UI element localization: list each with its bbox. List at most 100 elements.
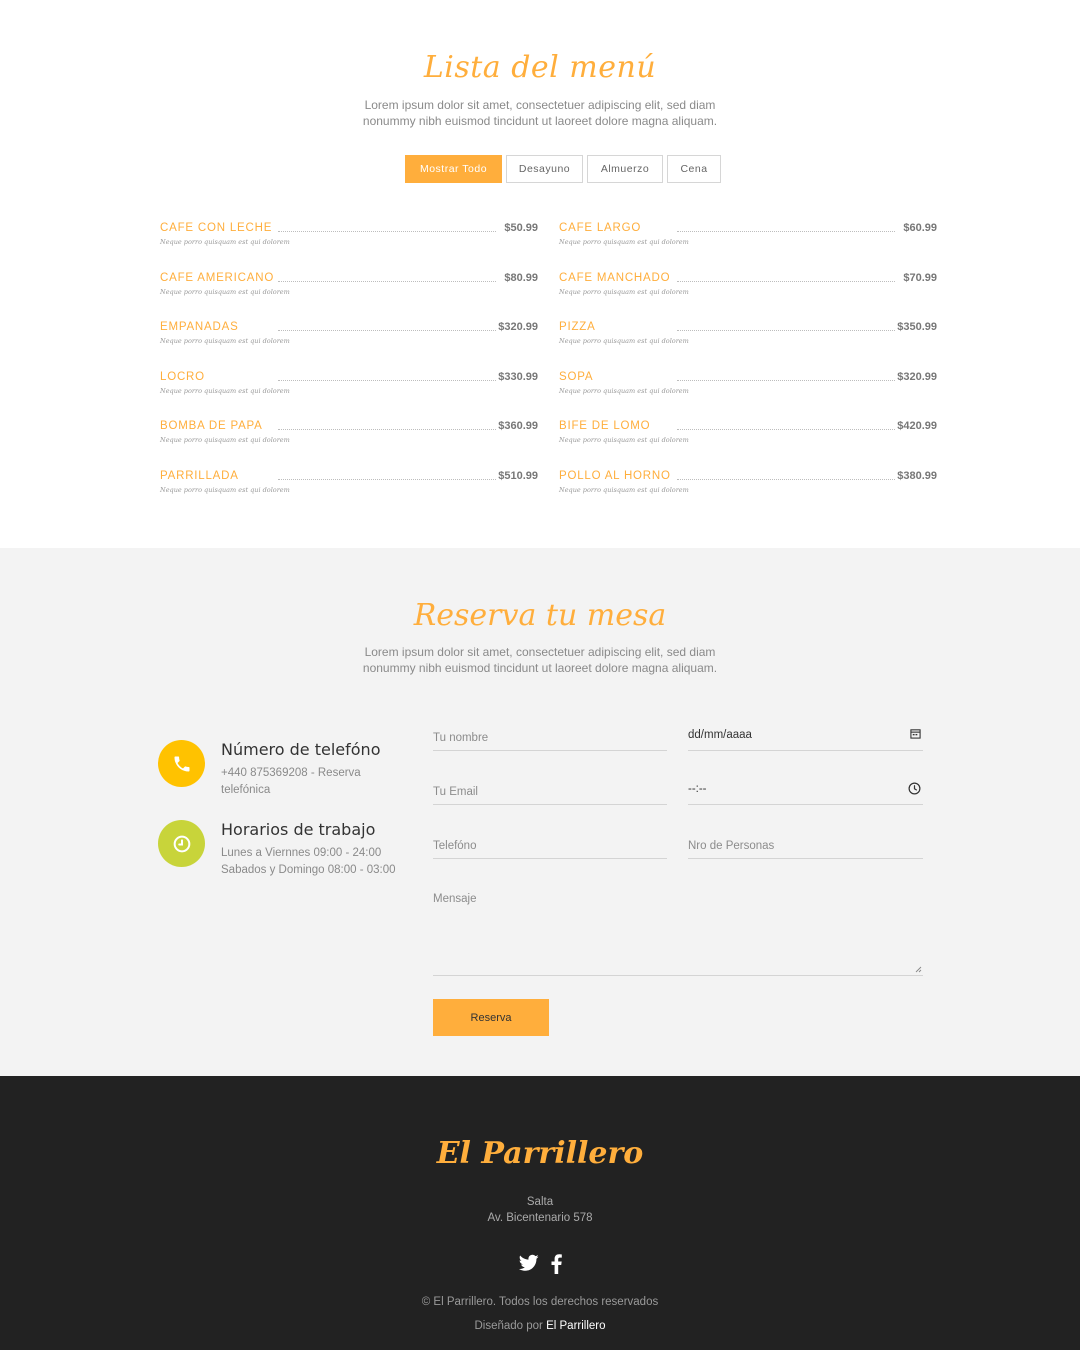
phone-info: Número de telefóno +440 875369208 - Rese… [158, 740, 408, 800]
hours-text: Lunes a Viernnes 09:00 - 24:00 Sabados y… [221, 845, 401, 879]
phone-icon [158, 740, 205, 787]
phone-text: +440 875369208 - Reserva telefónica [221, 767, 361, 796]
designed-by: Diseñado por El Parrillero [0, 1320, 1080, 1332]
dotted-leader [677, 330, 895, 331]
phone-title: Número de telefóno [221, 740, 381, 759]
hours-line-weekend: Sabados y Domingo 08:00 - 03:00 [221, 864, 396, 876]
menu-item: LOCRO $330.99 Neque porro quisquam est q… [160, 369, 538, 395]
menu-subtitle: Lorem ipsum dolor sit amet, consectetuer… [362, 98, 718, 128]
menu-item-price: $420.99 [897, 420, 937, 432]
menu-item-name: POLLO AL HORNO [559, 469, 671, 482]
dotted-leader [677, 231, 895, 232]
copyright: © El Parrillero. Todos los derechos rese… [421, 1296, 659, 1308]
menu-item-name: LOCRO [160, 370, 205, 383]
menu-item-name: CAFE CON LECHE [160, 222, 273, 234]
menu-item-description: Neque porro quisquam est qui dolorem [160, 485, 290, 494]
date-field[interactable]: dd/mm/aaaa [688, 721, 923, 751]
dotted-leader [278, 330, 496, 331]
footer-address: Salta Av. Bicentenario 578 [0, 1194, 1080, 1226]
dotted-leader [677, 429, 895, 430]
menu-item-description: Neque porro quisquam est qui dolorem [559, 436, 689, 444]
menu-item: BIFE DE LOMO $420.99 Neque porro quisqua… [559, 418, 937, 444]
menu-item-description: Neque porro quisquam est qui dolorem [160, 386, 290, 395]
resize-handle-icon[interactable] [915, 966, 922, 973]
menu-item-name: CAFE MANCHADO [559, 271, 671, 284]
dotted-leader [278, 231, 496, 232]
dotted-leader [278, 379, 496, 381]
menu-item-price: $50.99 [504, 222, 538, 234]
designed-by-prefix: Diseñado por [474, 1320, 543, 1332]
footer-city: Salta [526, 1196, 554, 1208]
menu-item: PIZZA $350.99 Neque porro quisquam est q… [559, 319, 937, 345]
footer-brand-logo[interactable]: El Parrillero [0, 1136, 1080, 1171]
hours-line-weekdays: Lunes a Viernnes 09:00 - 24:00 [221, 847, 382, 859]
persons-input[interactable] [688, 829, 923, 858]
menu-item-name: PARRILLADA [160, 469, 239, 482]
social-links [0, 1254, 1080, 1278]
phone-field [433, 829, 667, 859]
email-field [433, 775, 667, 805]
menu-item-description: Neque porro quisquam est qui dolorem [160, 287, 290, 296]
menu-item-description: Neque porro quisquam est qui dolorem [160, 337, 290, 345]
filter-mostrar-todo[interactable]: Mostrar Todo [405, 155, 502, 183]
menu-item-name: EMPANADAS [160, 321, 239, 333]
menu-filters: Mostrar Todo Desayuno Almuerzo Cena [405, 155, 721, 183]
menu-item-name: CAFE AMERICANO [160, 271, 275, 284]
menu-item: PARRILLADA $510.99 Neque porro quisquam … [160, 468, 538, 494]
dotted-leader [677, 280, 895, 282]
menu-item-description: Neque porro quisquam est qui dolorem [559, 238, 689, 246]
filter-cena[interactable]: Cena [667, 155, 721, 183]
dotted-leader [278, 280, 496, 282]
reserve-button[interactable]: Reserva [433, 999, 549, 1036]
menu-item-price: $80.99 [504, 271, 538, 284]
menu-item: CAFE MANCHADO $70.99 Neque porro quisqua… [559, 270, 937, 296]
menu-item: SOPA $320.99 Neque porro quisquam est qu… [559, 369, 937, 395]
time-value: --:-- [688, 783, 707, 795]
menu-item-name: BOMBA DE PAPA [160, 420, 263, 432]
menu-item-price: $330.99 [498, 370, 538, 383]
filter-almuerzo[interactable]: Almuerzo [587, 155, 663, 183]
menu-item-price: $380.99 [897, 469, 937, 482]
menu-item-description: Neque porro quisquam est qui dolorem [559, 337, 689, 345]
menu-item-description: Neque porro quisquam est qui dolorem [559, 386, 689, 395]
message-input[interactable] [433, 885, 923, 975]
menu-item-price: $510.99 [498, 469, 538, 482]
dotted-leader [677, 379, 895, 381]
menu-item-name: SOPA [559, 370, 594, 383]
clock-icon [158, 820, 205, 867]
menu-item-price: $70.99 [903, 271, 937, 284]
time-field[interactable]: --:-- [688, 775, 923, 805]
date-value: dd/mm/aaaa [688, 729, 752, 741]
menu-title: Lista del menú [423, 50, 657, 85]
filter-desayuno[interactable]: Desayuno [506, 155, 583, 183]
message-field [433, 885, 923, 976]
menu-item-price: $320.99 [897, 370, 937, 383]
dotted-leader [278, 429, 496, 430]
menu-item: POLLO AL HORNO $380.99 Neque porro quisq… [559, 468, 937, 494]
name-input[interactable] [433, 721, 667, 750]
persons-field [688, 829, 923, 859]
clock-small-icon[interactable] [908, 782, 921, 798]
menu-item: EMPANADAS $320.99 Neque porro quisquam e… [160, 319, 538, 345]
email-input[interactable] [433, 775, 667, 804]
reservation-section: Reserva tu mesa Lorem ipsum dolor sit am… [0, 548, 1080, 1076]
calendar-icon[interactable] [910, 728, 921, 742]
menu-list: CAFE CON LECHE $50.99 Neque porro quisqu… [160, 220, 937, 494]
phone-input[interactable] [433, 829, 667, 858]
reservation-title: Reserva tu mesa [413, 598, 667, 633]
menu-section: Lista del menú Lorem ipsum dolor sit ame… [0, 0, 1080, 548]
menu-item-description: Neque porro quisquam est qui dolorem [559, 485, 689, 494]
hours-info: Horarios de trabajo Lunes a Viernnes 09:… [158, 820, 408, 880]
menu-item-price: $60.99 [903, 222, 937, 234]
reservation-subtitle: Lorem ipsum dolor sit amet, consectetuer… [362, 645, 718, 675]
hours-title: Horarios de trabajo [221, 820, 376, 839]
menu-item-name: PIZZA [559, 321, 596, 333]
twitter-icon[interactable] [518, 1254, 539, 1278]
menu-item: BOMBA DE PAPA $360.99 Neque porro quisqu… [160, 418, 538, 444]
menu-item: CAFE CON LECHE $50.99 Neque porro quisqu… [160, 220, 538, 246]
facebook-icon[interactable] [551, 1254, 562, 1278]
designed-by-link[interactable]: El Parrillero [546, 1320, 605, 1332]
menu-item-description: Neque porro quisquam est qui dolorem [559, 287, 689, 296]
dotted-leader [677, 478, 895, 480]
menu-item: CAFE LARGO $60.99 Neque porro quisquam e… [559, 220, 937, 246]
